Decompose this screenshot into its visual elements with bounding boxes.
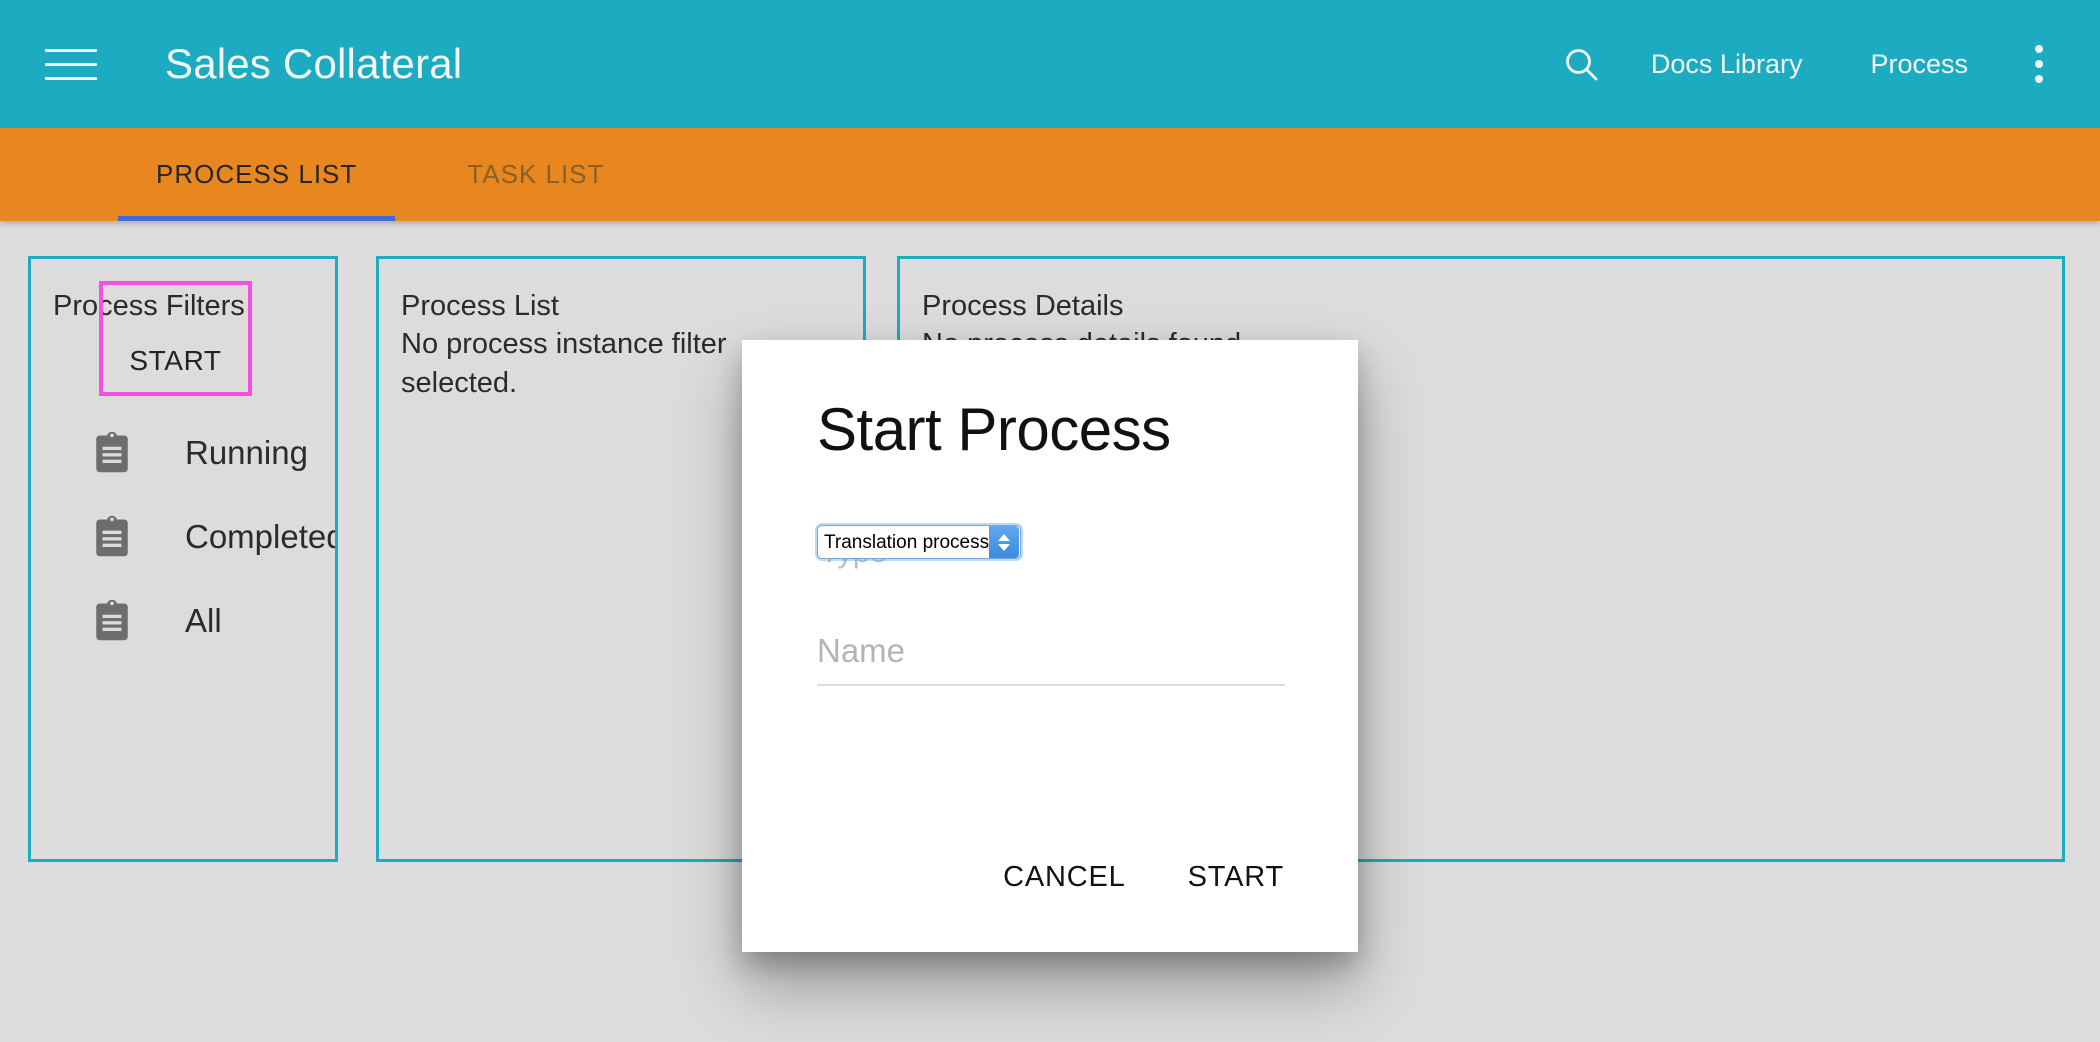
hamburger-line xyxy=(45,76,97,80)
type-field: Type Translation process xyxy=(817,520,1285,586)
hamburger-line xyxy=(45,62,97,66)
hamburger-line xyxy=(45,48,97,52)
more-vertical-icon[interactable] xyxy=(2002,27,2076,101)
start-process-dialog: Start Process Type Translation process C… xyxy=(742,340,1358,952)
nav-link-docs-library[interactable]: Docs Library xyxy=(1617,49,1837,80)
nav-link-process[interactable]: Process xyxy=(1836,49,2002,80)
more-dot xyxy=(2035,75,2043,83)
app-bar: Sales Collateral Docs Library Process xyxy=(0,0,2100,128)
app-title: Sales Collateral xyxy=(165,40,463,87)
more-dot xyxy=(2035,45,2043,53)
process-filter-list: Running Completed All xyxy=(31,411,335,663)
process-filters-panel: Process Filters START Running Completed … xyxy=(28,256,338,862)
name-field xyxy=(817,632,1285,686)
tab-task-list[interactable]: TASK LIST xyxy=(429,128,642,221)
tab-bar: PROCESS LIST TASK LIST xyxy=(0,128,2100,221)
process-details-heading: Process Details xyxy=(922,290,1124,322)
tab-process-list-label: PROCESS LIST xyxy=(156,159,358,189)
cancel-button[interactable]: CANCEL xyxy=(979,847,1149,908)
app-screen: Sales Collateral Docs Library Process PR… xyxy=(0,0,2100,1042)
hamburger-menu-icon[interactable] xyxy=(45,40,101,88)
dialog-title: Start Process xyxy=(817,396,1171,463)
filter-item-completed[interactable]: Completed xyxy=(31,495,335,579)
dialog-actions: CANCEL START xyxy=(979,847,1308,908)
filter-item-all[interactable]: All xyxy=(31,579,335,663)
start-process-button-label: START xyxy=(129,344,222,376)
start-process-button[interactable]: START xyxy=(99,281,252,396)
clipboard-icon xyxy=(91,430,133,476)
tab-process-list[interactable]: PROCESS LIST xyxy=(118,128,396,221)
app-bar-actions: Docs Library Process xyxy=(1545,0,2100,128)
more-dot xyxy=(2035,60,2043,68)
name-input[interactable] xyxy=(817,632,1285,686)
tab-active-underline xyxy=(118,216,396,221)
search-icon[interactable] xyxy=(1545,28,1617,100)
process-list-heading: Process List xyxy=(401,290,559,322)
clipboard-icon xyxy=(91,598,133,644)
dialog-start-button[interactable]: START xyxy=(1164,847,1308,908)
filter-item-all-label: All xyxy=(185,602,222,639)
filter-item-running-label: Running xyxy=(185,434,308,471)
filter-item-running[interactable]: Running xyxy=(31,411,335,495)
tab-task-list-label: TASK LIST xyxy=(467,159,605,189)
type-select[interactable]: Translation process xyxy=(817,525,1021,559)
filter-item-completed-label: Completed xyxy=(185,518,338,555)
clipboard-icon xyxy=(91,514,133,560)
